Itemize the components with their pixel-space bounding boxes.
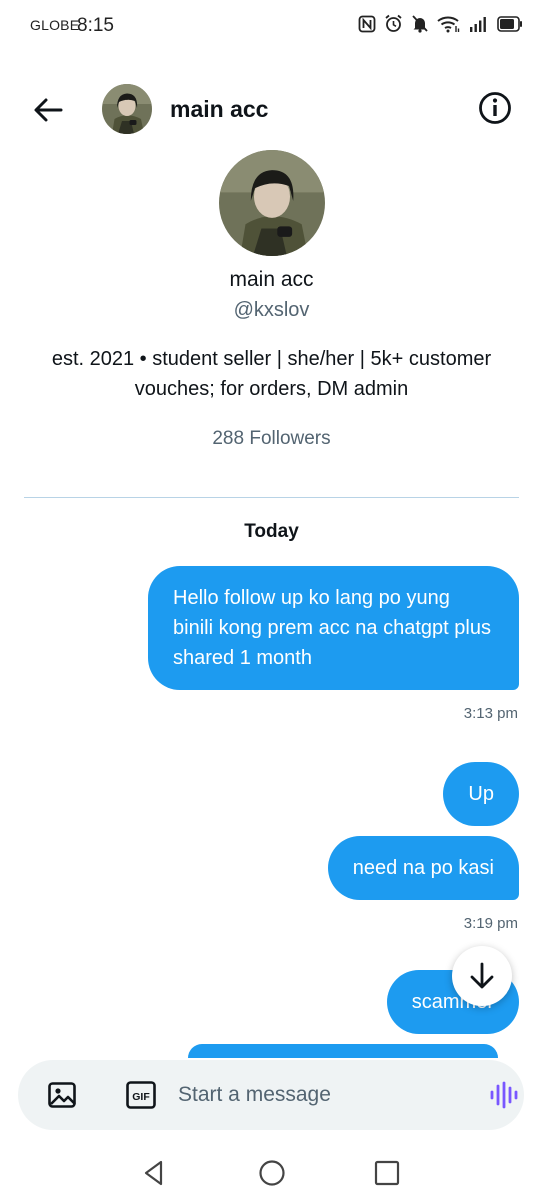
back-button[interactable] (28, 90, 68, 130)
nfc-icon (358, 15, 376, 33)
header-title[interactable]: main acc (170, 96, 268, 123)
nav-recents-button[interactable] (370, 1156, 404, 1190)
battery-icon (497, 15, 523, 32)
alarm-icon (384, 14, 403, 33)
nav-home-button[interactable] (255, 1156, 289, 1190)
day-separator: Today (244, 521, 299, 542)
divider (24, 497, 519, 498)
conversation-header: main acc (0, 78, 543, 140)
message-bubble[interactable]: need na po kasi (327, 836, 519, 900)
message-timestamp: 3:13 pm (463, 705, 518, 722)
add-photo-button[interactable] (47, 1080, 77, 1110)
scroll-to-bottom-button[interactable] (452, 946, 512, 1006)
recents-square-icon (374, 1160, 400, 1186)
status-icons (358, 14, 523, 33)
bell-muted-icon (411, 14, 429, 33)
profile-card: main acc @kxslov est. 2021 • student sel… (0, 150, 543, 450)
status-bar: GLOBE 8:15 (0, 0, 543, 54)
arrow-down-icon (470, 962, 494, 989)
signal-icon (469, 15, 489, 33)
add-gif-button[interactable]: GIF (126, 1081, 156, 1109)
info-circle-icon (479, 92, 511, 124)
message-timestamp: 3:19 pm (463, 915, 518, 932)
message-bubble[interactable]: Up (443, 762, 519, 826)
message-input[interactable] (178, 1078, 468, 1112)
avatar[interactable] (102, 84, 152, 134)
carrier-label: GLOBE (30, 17, 80, 33)
voice-message-button[interactable] (488, 1080, 518, 1110)
profile-handle: @kxslov (233, 299, 310, 321)
gif-icon: GIF (126, 1081, 156, 1109)
message-bubble[interactable]: Hello follow up ko lang po yung binili k… (148, 566, 519, 690)
profile-avatar[interactable] (218, 150, 325, 256)
status-time: 8:15 (77, 15, 114, 36)
message-composer: GIF (18, 1060, 524, 1130)
system-nav-bar (0, 1144, 543, 1200)
message-bubble-peek (188, 1044, 498, 1058)
followers-count[interactable]: 288 Followers (0, 428, 543, 450)
wifi-icon (437, 15, 461, 33)
nav-back-button[interactable] (138, 1156, 172, 1190)
home-circle-icon (259, 1160, 285, 1186)
back-triangle-icon (144, 1160, 163, 1186)
gif-label: GIF (132, 1091, 150, 1103)
arrow-left-icon (34, 98, 63, 122)
profile-name: main acc (229, 268, 314, 291)
profile-bio: est. 2021 • student seller | she/her | 5… (51, 348, 492, 400)
image-icon (48, 1082, 76, 1108)
voice-waveform-icon (490, 1081, 518, 1109)
info-button[interactable] (477, 90, 513, 126)
